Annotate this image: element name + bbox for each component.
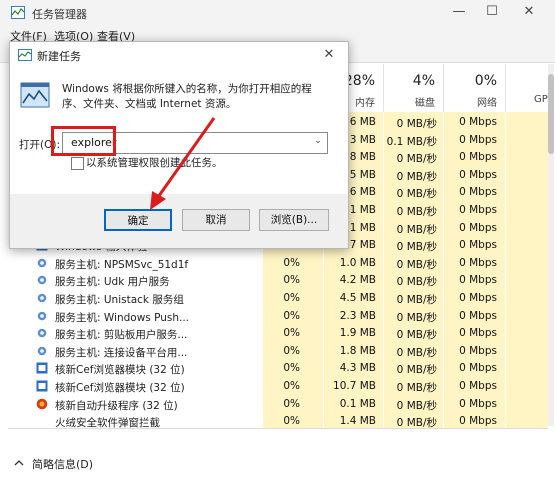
annotation-arrow: [150, 117, 216, 210]
